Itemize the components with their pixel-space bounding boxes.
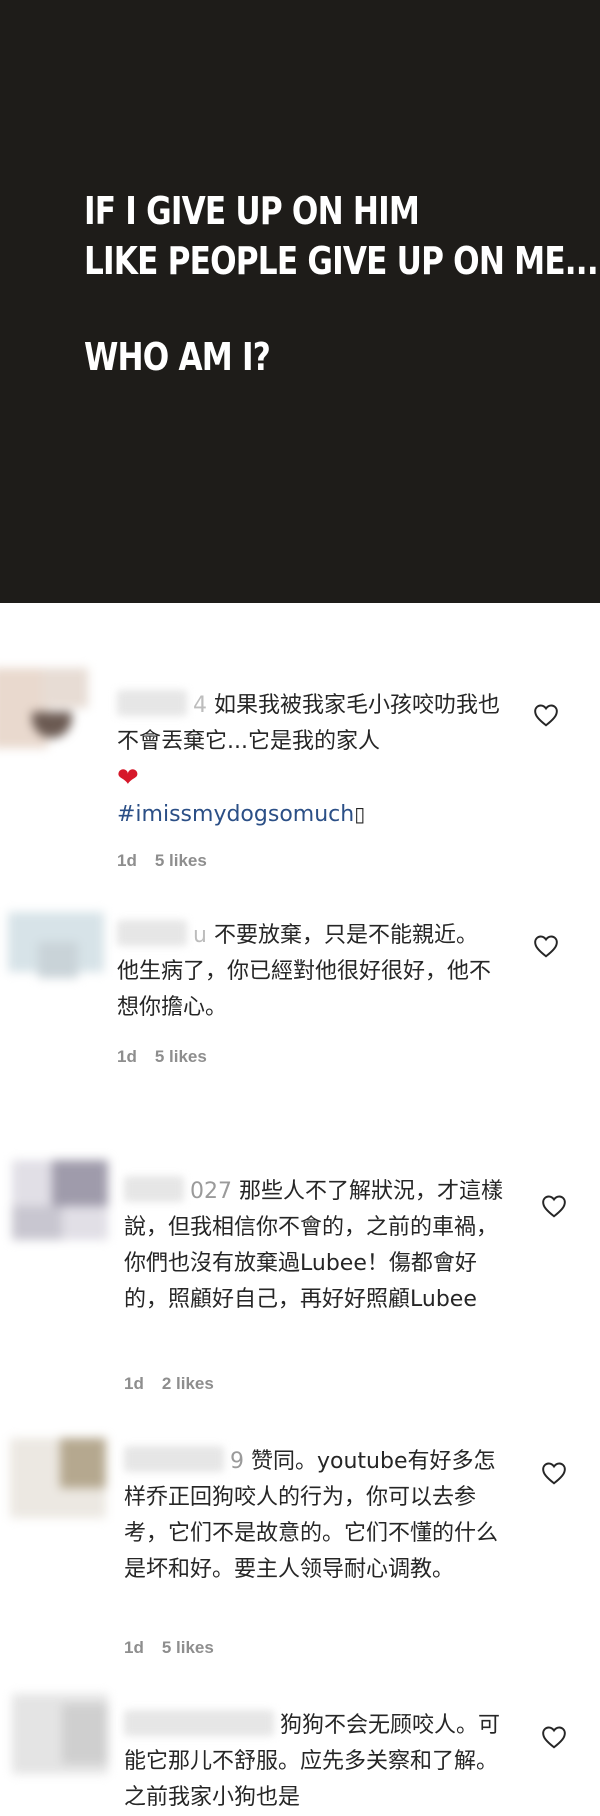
comment-text: 狗狗不会无顾咬人。可能它那儿不舒服。应先多关察和了解。之前我家小狗也是 (124, 1708, 509, 1816)
comment-time: 1d (117, 851, 137, 870)
username[interactable] (117, 920, 187, 946)
heart-outline-icon[interactable] (541, 1461, 567, 1485)
comment-meta: 1d 5 likes (124, 1638, 232, 1658)
image-banner: IF I GIVE UP ON HIM LIKE PEOPLE GIVE UP … (0, 0, 600, 603)
comment-likes[interactable]: 5 likes (155, 851, 207, 870)
username[interactable] (124, 1710, 274, 1736)
banner-caption: IF I GIVE UP ON HIM LIKE PEOPLE GIVE UP … (84, 186, 600, 382)
comment-text: 9 赞同。youtube有好多怎样乔正回狗咬人的行为，你可以去参考，它们不是故意… (124, 1444, 509, 1588)
comment-text: u 不要放棄，只是不能親近。他生病了，你已經對他很好很好，他不想你擔心。 (117, 918, 497, 1026)
comment-meta: 1d 2 likes (124, 1374, 232, 1394)
banner-line-1: IF I GIVE UP ON HIM (84, 189, 420, 233)
comment-likes[interactable]: 5 likes (155, 1047, 207, 1066)
avatar[interactable] (0, 668, 88, 748)
username-fragment: 9 (230, 1449, 244, 1474)
red-heart-emoji: ❤ (117, 763, 139, 793)
avatar[interactable] (10, 1438, 106, 1518)
banner-line-3: WHO AM I? (84, 335, 271, 379)
username[interactable] (124, 1176, 184, 1202)
heart-outline-icon[interactable] (541, 1194, 567, 1218)
comment-meta: 1d 5 likes (117, 851, 225, 871)
comment-time: 1d (117, 1047, 137, 1066)
avatar[interactable] (8, 912, 104, 992)
heart-outline-icon[interactable] (533, 703, 559, 727)
avatar[interactable] (12, 1160, 108, 1240)
comment-text: 027 那些人不了解狀況，才這樣說，但我相信你不會的，之前的車禍，你們也沒有放棄… (124, 1174, 509, 1318)
comment-time: 1d (124, 1638, 144, 1657)
heart-outline-icon[interactable] (533, 934, 559, 958)
banner-line-2: LIKE PEOPLE GIVE UP ON ME.... (84, 239, 600, 283)
comment-meta: 1d 5 likes (117, 1047, 225, 1067)
username[interactable] (124, 1446, 224, 1472)
username-fragment: 027 (190, 1179, 232, 1204)
username[interactable] (117, 690, 187, 716)
comment-likes[interactable]: 2 likes (162, 1374, 214, 1393)
avatar[interactable] (12, 1694, 108, 1774)
comment-likes[interactable]: 5 likes (162, 1638, 214, 1657)
hashtag-link[interactable]: #imissmydogsomuch (117, 802, 354, 827)
comment-text: 4 如果我被我家毛小孩咬叻我也不會丟棄它...它是我的家人 ❤ #imissmy… (117, 688, 512, 833)
heart-outline-icon[interactable] (541, 1725, 567, 1749)
username-fragment: 4 (193, 693, 207, 718)
comment-time: 1d (124, 1374, 144, 1393)
username-fragment: u (193, 923, 207, 948)
